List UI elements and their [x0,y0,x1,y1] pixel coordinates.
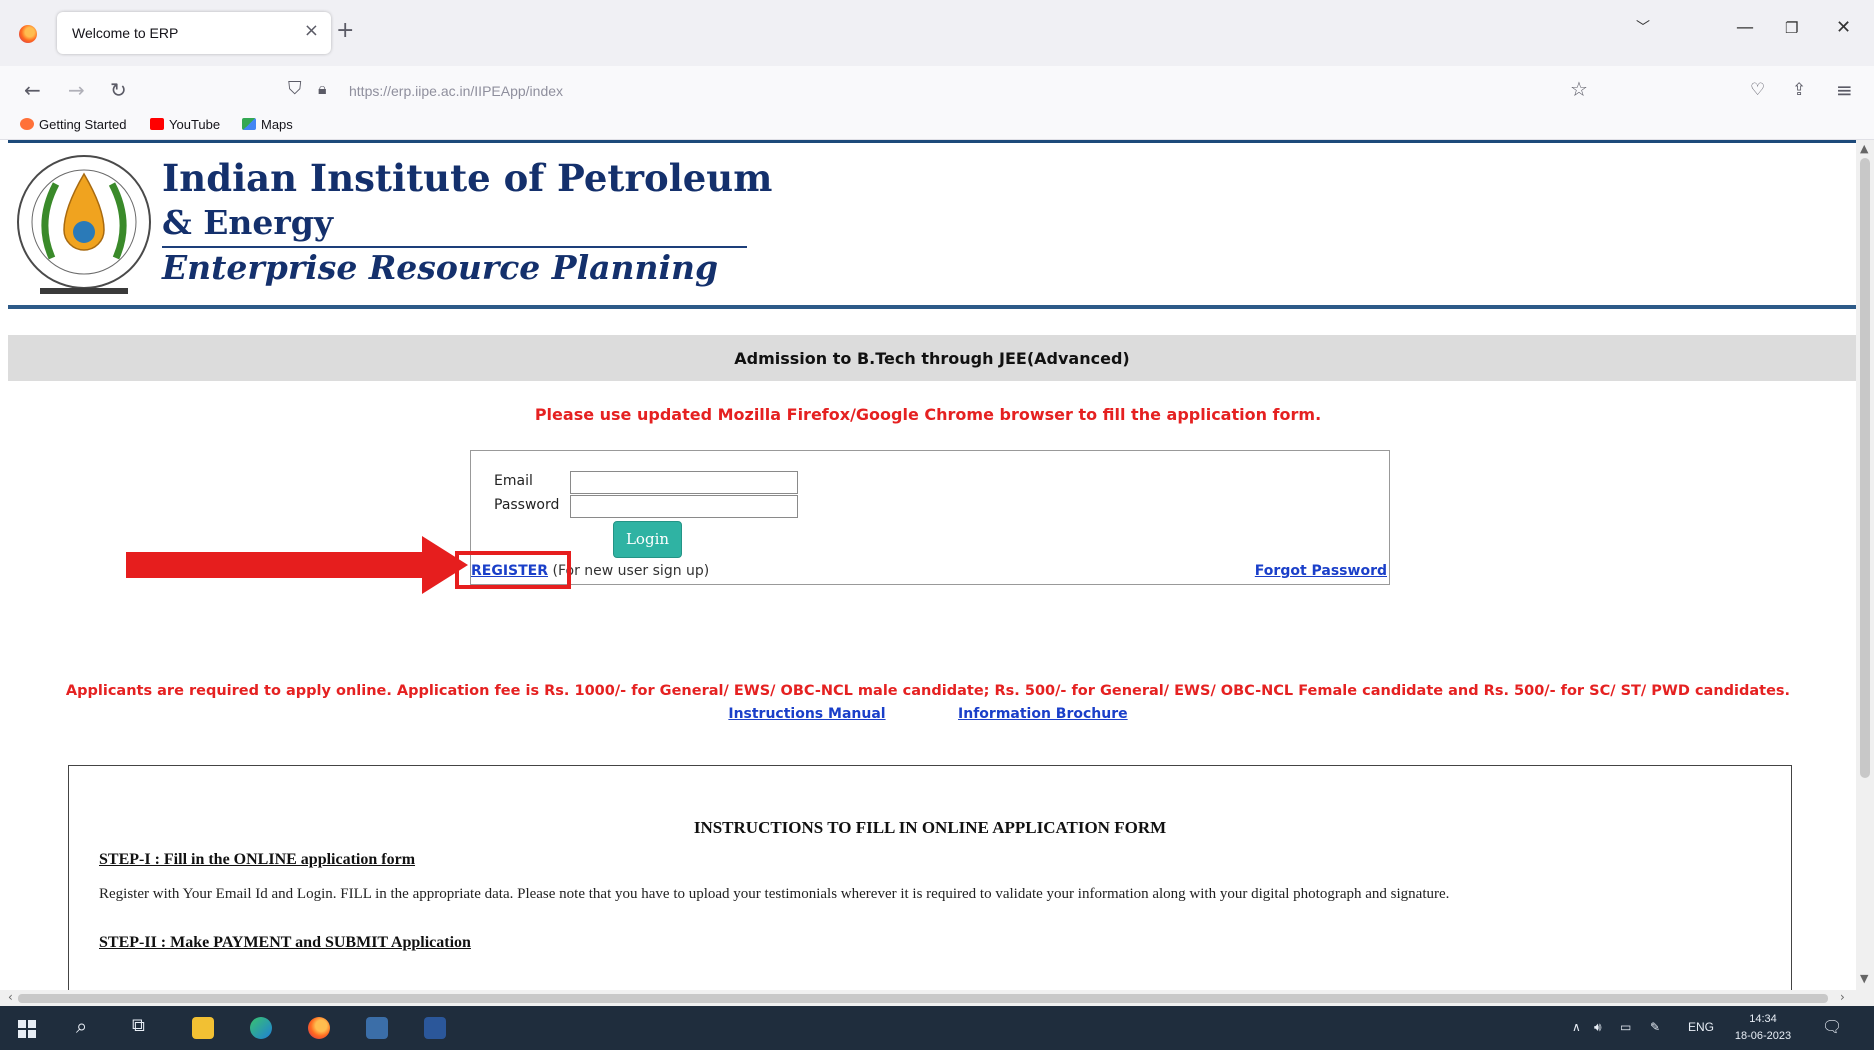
browser-tab[interactable]: Welcome to ERP × [57,12,331,54]
scroll-left-icon[interactable]: ‹ [8,990,13,1004]
file-explorer-icon[interactable] [192,1017,214,1039]
address-bar[interactable]: ⛉ 🔒︎ https://erp.iipe.ac.in/IIPEApp/inde… [274,73,1604,109]
tray-overflow-icon[interactable]: ∧ [1572,1020,1581,1034]
search-icon[interactable]: ⌕ [76,1015,87,1037]
admission-title-bar: Admission to B.Tech through JEE(Advanced… [8,335,1856,381]
scroll-right-icon[interactable]: › [1840,990,1845,1004]
vertical-scrollbar[interactable]: ▲ ▼ [1856,140,1874,992]
email-label: Email [494,473,533,489]
browser-nav-bar: ← → ↻ ⛉ 🔒︎ https://erp.iipe.ac.in/IIPEAp… [0,66,1874,116]
login-button[interactable]: Login [613,521,682,558]
language-indicator[interactable]: ENG [1688,1020,1714,1034]
bookmark-youtube[interactable]: YouTube [150,117,220,132]
app-icon[interactable] [366,1017,388,1039]
red-highlight-box [455,551,571,589]
clock-time: 14:34 [1749,1013,1777,1025]
horizontal-scroll-thumb[interactable] [18,994,1828,1003]
register-hint: (For new user sign up) [548,563,710,579]
url-text[interactable]: https://erp.iipe.ac.in/IIPEApp/index [349,83,563,99]
scroll-up-icon[interactable]: ▲ [1860,142,1868,155]
firefox-taskbar-icon[interactable] [308,1017,330,1039]
menu-hamburger-icon[interactable]: ≡ [1836,80,1853,100]
clock-date: 18-06-2023 [1734,1030,1792,1042]
fee-notice: Applicants are required to apply online.… [65,683,1791,699]
clock[interactable]: 14:34 18-06-2023 [1728,1011,1798,1045]
header-top-rule [8,140,1856,143]
bookmarks-toolbar: Getting Started YouTube Maps [0,110,1874,140]
firefox-icon [19,25,37,43]
red-arrow-annotation [126,536,468,594]
institute-logo [17,155,151,294]
bookmark-maps[interactable]: Maps [242,117,293,132]
page-viewport: Indian Institute of Petroleum & Energy E… [0,140,1856,992]
close-tab-icon[interactable]: × [304,22,319,40]
edge-browser-icon[interactable] [250,1017,272,1039]
lock-icon[interactable]: 🔒︎ [318,79,327,99]
email-field[interactable] [570,471,798,494]
share-icon[interactable]: ⇪ [1792,80,1806,100]
back-arrow-icon[interactable]: ← [24,80,41,100]
pocket-icon[interactable]: ♡ [1750,80,1765,100]
task-view-icon[interactable]: ⧉ [132,1015,145,1037]
password-label: Password [494,497,560,513]
windows-taskbar: ⌕ ⧉ ∧ 🔊︎ ▭ ✎ ENG 14:34 18-06-2023 🗨︎ [0,1006,1874,1050]
restore-window-icon[interactable]: ❐ [1785,18,1798,38]
browser-tab-bar: Welcome to ERP × + ﹀ — ❐ ✕ [0,0,1874,66]
bookmark-star-icon[interactable]: ☆ [1570,79,1588,99]
vertical-scroll-thumb[interactable] [1860,158,1870,778]
document-links: Instructions Manual Information Brochure [0,706,1856,722]
youtube-icon [150,118,164,130]
step1-text: Register with Your Email Id and Login. F… [99,886,1450,902]
header-bottom-rule [8,305,1856,309]
new-tab-button[interactable]: + [336,20,354,42]
minimize-window-icon[interactable]: — [1736,18,1754,38]
step1-heading: STEP-I : Fill in the ONLINE application … [99,851,416,868]
page-title: Admission to B.Tech through JEE(Advanced… [734,349,1130,368]
instructions-manual-link[interactable]: Instructions Manual [728,706,885,722]
institute-name-line1: Indian Institute of Petroleum [162,156,773,200]
forgot-password-link[interactable]: Forgot Password [1255,563,1387,579]
reload-icon[interactable]: ↻ [110,80,127,100]
instructions-panel: INSTRUCTIONS TO FILL IN ONLINE APPLICATI… [68,765,1792,992]
scroll-down-icon[interactable]: ▼ [1860,972,1868,985]
browser-warning: Please use updated Mozilla Firefox/Googl… [534,405,1322,424]
firefox-small-icon [20,118,34,130]
login-panel: Email Password Login REGISTER (For new u… [470,450,1390,585]
close-window-icon[interactable]: ✕ [1836,18,1851,38]
bookmark-getting-started[interactable]: Getting Started [20,117,126,132]
list-all-tabs-icon[interactable]: ﹀ [1636,18,1650,38]
word-icon[interactable] [424,1017,446,1039]
tab-title: Welcome to ERP [72,25,179,41]
password-field[interactable] [570,495,798,518]
step2-heading: STEP-II : Make PAYMENT and SUBMIT Applic… [99,934,471,951]
erp-system-name: Enterprise Resource Planning [162,248,719,287]
horizontal-scrollbar[interactable]: ‹ › [0,990,1874,1006]
maps-icon [242,118,256,130]
notification-icon[interactable]: 🗨︎ [1822,1017,1842,1037]
network-icon[interactable]: ▭ [1620,1020,1631,1034]
tracking-shield-icon[interactable]: ⛉ [288,79,302,99]
pen-icon[interactable]: ✎ [1650,1020,1660,1034]
volume-icon[interactable]: 🔊︎ [1594,1020,1602,1035]
windows-start-icon[interactable] [18,1020,36,1038]
instructions-title: INSTRUCTIONS TO FILL IN ONLINE APPLICATI… [693,818,1167,837]
information-brochure-link[interactable]: Information Brochure [958,706,1128,722]
forward-arrow-icon[interactable]: → [68,80,85,100]
institute-name-line2: & Energy [162,203,334,242]
